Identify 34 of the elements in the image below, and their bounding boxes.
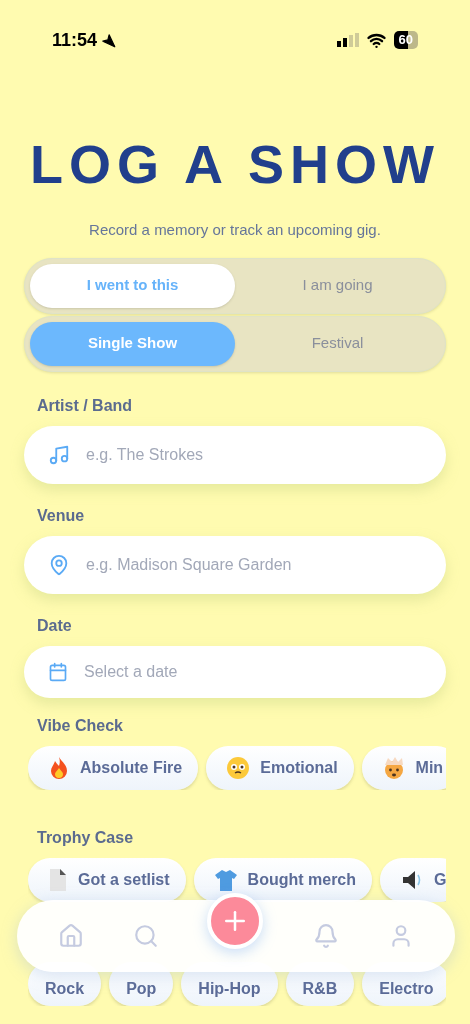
signal-icon <box>336 33 359 47</box>
bell-icon[interactable] <box>313 923 340 949</box>
text-input[interactable]: e.g. Madison Square Garden <box>86 552 446 577</box>
subtitle: Record a memory or track an upcoming gig. <box>88 220 382 240</box>
smiley-icon <box>226 755 251 780</box>
home-icon[interactable] <box>57 923 84 949</box>
location-pin-icon <box>48 553 70 576</box>
document-icon <box>48 867 68 892</box>
text-field[interactable]: e.g. The Strokes <box>24 425 446 484</box>
calendar-icon <box>48 661 68 682</box>
chip[interactable]: Bought merch <box>193 857 373 902</box>
chip[interactable]: Emotional <box>206 745 354 790</box>
segment-tab[interactable]: Festival <box>235 321 440 366</box>
shirt-icon <box>213 867 238 892</box>
section-label: Vibe Check <box>37 715 124 736</box>
status-time: 11:54 <box>52 28 98 52</box>
text-input[interactable]: Select a date <box>84 659 446 684</box>
music-note-icon <box>48 443 70 466</box>
segment-tab[interactable]: I am going <box>235 263 440 308</box>
field-label: Artist / Band <box>37 395 134 416</box>
text-input[interactable]: e.g. The Strokes <box>86 442 446 467</box>
chip[interactable]: Absolute Fire <box>28 745 199 790</box>
section-label: Trophy Case <box>37 827 135 848</box>
chip[interactable]: G <box>380 857 446 902</box>
page-title: LOG A SHOW <box>29 133 441 196</box>
flame-icon <box>48 755 70 780</box>
chip[interactable]: Min <box>361 745 446 790</box>
location-arrow-icon <box>101 32 117 48</box>
text-field[interactable]: e.g. Madison Square Garden <box>24 535 446 594</box>
field-label: Venue <box>37 505 86 526</box>
search-icon[interactable] <box>132 923 159 949</box>
text-field[interactable]: Select a date <box>24 645 446 698</box>
field-label: Date <box>37 615 73 636</box>
chip[interactable]: Got a setlist <box>28 857 186 902</box>
